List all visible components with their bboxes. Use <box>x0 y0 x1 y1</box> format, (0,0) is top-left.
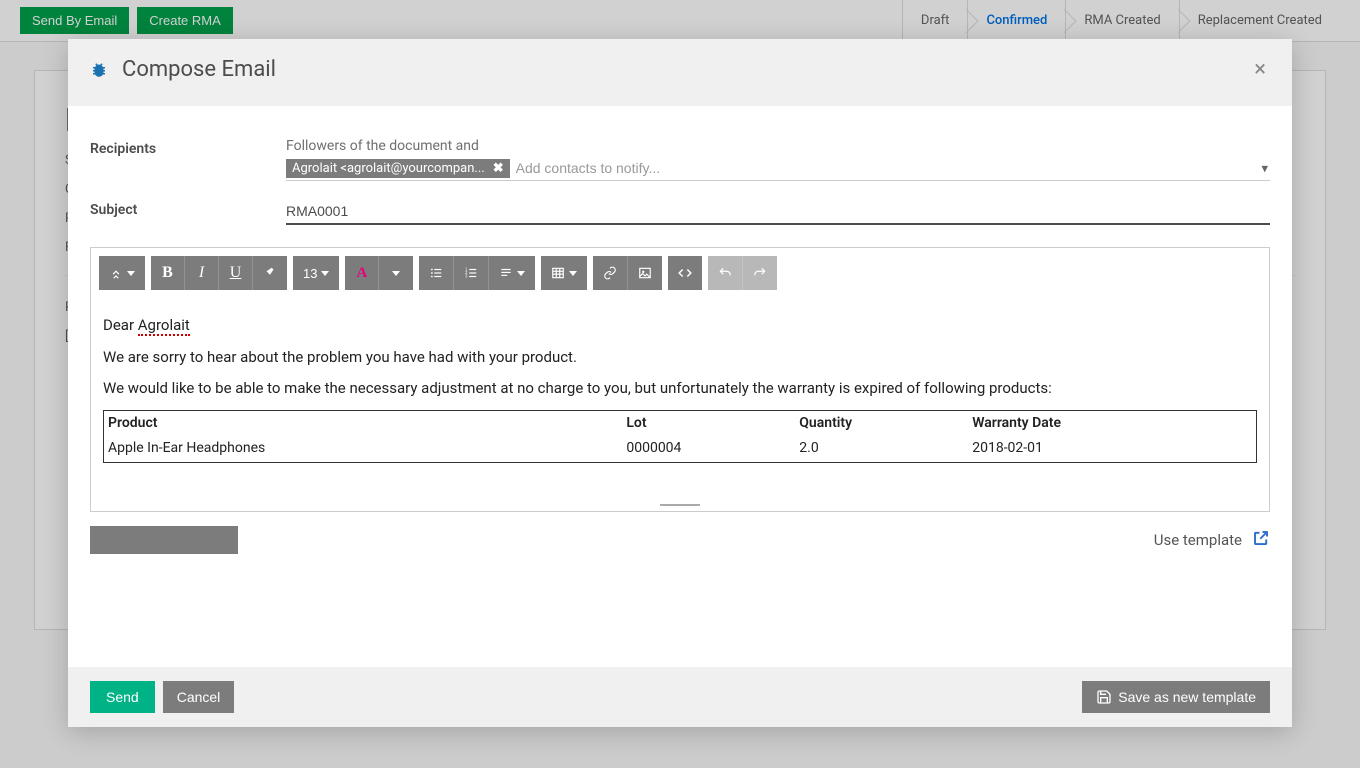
close-icon[interactable]: × <box>1250 59 1270 81</box>
warranty-table: Product Lot Quantity Warranty Date Apple… <box>103 410 1257 464</box>
body-line-2: We would like to be able to make the nec… <box>103 376 1257 402</box>
table-cell: 0000004 <box>622 436 795 462</box>
recipient-tag-label: Agrolait <agrolait@yourcompan... <box>292 161 485 176</box>
table-header: Quantity <box>795 410 968 436</box>
recipients-input[interactable]: Agrolait <agrolait@yourcompan... ✖ ▾ <box>286 158 1270 181</box>
bold-button[interactable]: B <box>151 256 185 290</box>
template-row: Use template <box>68 520 1292 574</box>
recipients-dropdown-icon[interactable]: ▾ <box>1261 162 1268 177</box>
code-view-button[interactable] <box>668 256 702 290</box>
underline-button[interactable]: U <box>219 256 253 290</box>
ordered-list-button[interactable]: 123 <box>454 256 489 290</box>
redo-button[interactable] <box>743 256 777 290</box>
modal-body: Recipients Followers of the document and… <box>68 106 1292 667</box>
external-link-icon[interactable] <box>1252 529 1270 552</box>
image-button[interactable] <box>628 256 662 290</box>
table-cell: Apple In-Ear Headphones <box>104 436 623 462</box>
debug-icon[interactable] <box>90 61 108 79</box>
italic-button[interactable]: I <box>185 256 219 290</box>
use-template-label: Use template <box>1154 531 1242 549</box>
clear-format-button[interactable] <box>253 256 287 290</box>
greeting-prefix: Dear <box>103 316 138 334</box>
link-button[interactable] <box>593 256 628 290</box>
font-size-button[interactable]: 13 <box>293 256 339 290</box>
attachment-button[interactable] <box>90 526 238 554</box>
followers-text: Followers of the document and <box>286 138 1270 154</box>
resize-handle[interactable] <box>91 499 1269 511</box>
subject-input[interactable] <box>286 199 1270 225</box>
modal-footer: Send Cancel Save as new template <box>68 667 1292 727</box>
paragraph-button[interactable] <box>489 256 535 290</box>
greeting-name: Agrolait <box>138 316 190 336</box>
rich-text-editor: B I U 13 A <box>90 247 1270 512</box>
body-line-1: We are sorry to hear about the problem y… <box>103 345 1257 371</box>
table-row: Apple In-Ear Headphones 0000004 2.0 2018… <box>104 436 1257 462</box>
table-header: Lot <box>622 410 795 436</box>
remove-recipient-icon[interactable]: ✖ <box>493 161 504 176</box>
send-button[interactable]: Send <box>90 681 155 713</box>
add-recipient-input[interactable] <box>516 158 1270 178</box>
table-cell: 2.0 <box>795 436 968 462</box>
editor-content[interactable]: Dear Agrolait We are sorry to hear about… <box>91 299 1269 499</box>
save-icon <box>1096 689 1112 705</box>
compose-email-modal: Compose Email × Recipients Followers of … <box>68 39 1292 727</box>
font-color-dropdown[interactable] <box>379 256 413 290</box>
font-color-button[interactable]: A <box>345 256 379 290</box>
modal-title: Compose Email <box>122 57 276 82</box>
editor-toolbar: B I U 13 A <box>91 248 1269 299</box>
subject-label: Subject <box>90 199 286 218</box>
svg-text:3: 3 <box>466 274 469 279</box>
cancel-button[interactable]: Cancel <box>163 681 235 713</box>
table-header: Product <box>104 410 623 436</box>
recipient-tag: Agrolait <agrolait@yourcompan... ✖ <box>286 159 510 178</box>
table-cell: 2018-02-01 <box>968 436 1256 462</box>
table-header: Warranty Date <box>968 410 1256 436</box>
modal-header: Compose Email × <box>68 39 1292 106</box>
style-button[interactable] <box>99 256 145 290</box>
unordered-list-button[interactable] <box>419 256 454 290</box>
save-as-template-button[interactable]: Save as new template <box>1082 681 1270 713</box>
table-button[interactable] <box>541 256 587 290</box>
undo-button[interactable] <box>708 256 743 290</box>
recipients-label: Recipients <box>90 138 286 157</box>
